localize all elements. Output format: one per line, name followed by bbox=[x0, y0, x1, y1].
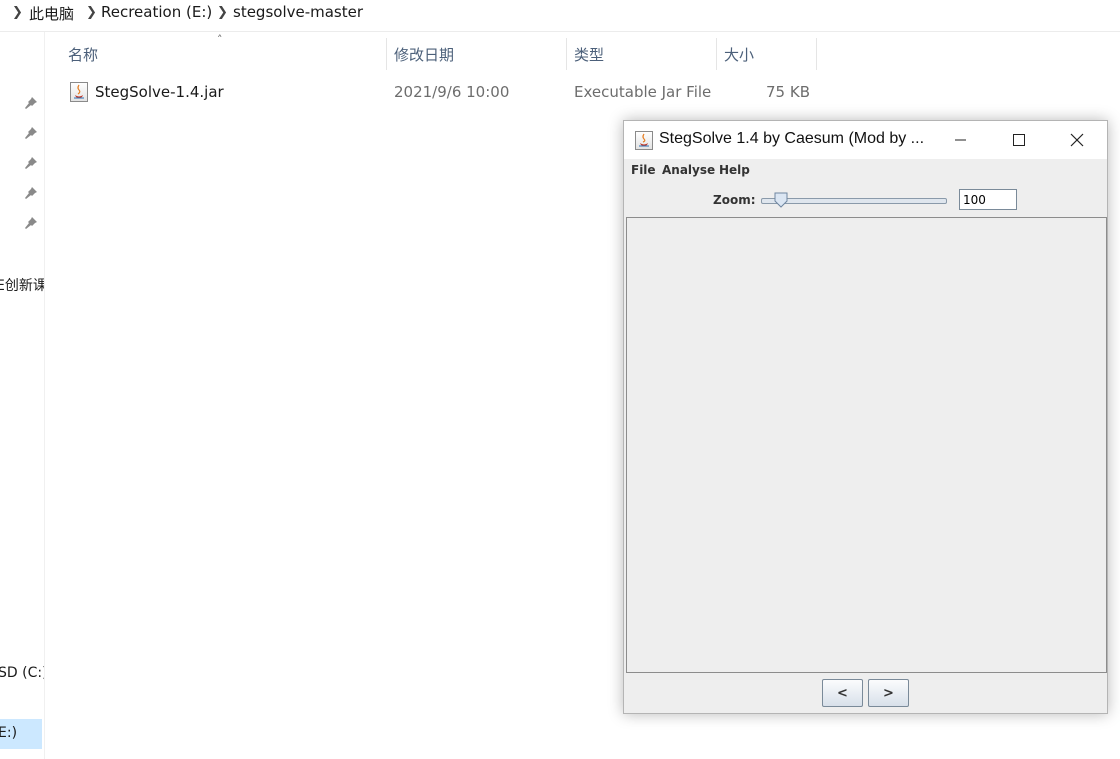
breadcrumb-folder[interactable]: stegsolve-master bbox=[233, 3, 363, 21]
nav-item-drive-e-selected[interactable]: E:) bbox=[0, 719, 42, 749]
previous-plane-button[interactable]: < bbox=[822, 679, 863, 707]
column-header-name[interactable]: 名称 bbox=[68, 44, 98, 65]
maximize-icon[interactable] bbox=[990, 121, 1048, 159]
menu-bar: File Analyse Help bbox=[624, 159, 1107, 181]
sort-ascending-icon: ˄ bbox=[217, 33, 223, 46]
file-modified: 2021/9/6 10:00 bbox=[394, 83, 510, 101]
nav-item-quick-access[interactable]: E创新课 bbox=[0, 275, 44, 295]
file-name[interactable]: StegSolve-1.4.jar bbox=[95, 83, 224, 101]
pin-icon[interactable] bbox=[24, 126, 38, 140]
window-title: StegSolve 1.4 by Caesum (Mod by ... bbox=[659, 130, 925, 147]
breadcrumb-this-pc[interactable]: 此电脑 bbox=[29, 3, 74, 24]
nav-item-drive-c[interactable]: SD (C:) bbox=[0, 665, 44, 681]
close-icon[interactable] bbox=[1048, 121, 1106, 159]
zoom-label: Zoom: bbox=[713, 193, 756, 207]
column-header-size[interactable]: 大小 bbox=[724, 44, 754, 65]
file-type: Executable Jar File bbox=[574, 83, 712, 101]
menu-analyse[interactable]: Analyse bbox=[662, 163, 715, 177]
java-jar-icon bbox=[70, 82, 88, 102]
column-header-modified[interactable]: 修改日期 bbox=[394, 44, 454, 65]
menu-help[interactable]: Help bbox=[719, 163, 750, 177]
pin-icon[interactable] bbox=[24, 96, 38, 110]
column-divider[interactable] bbox=[816, 38, 817, 70]
chevron-right-icon[interactable]: ❯ bbox=[12, 5, 23, 20]
address-bar: ❯ 此电脑 ❯ Recreation (E:) ❯ stegsolve-mast… bbox=[0, 0, 1120, 32]
column-header-type[interactable]: 类型 bbox=[574, 44, 604, 65]
chevron-right-icon[interactable]: ❯ bbox=[86, 5, 97, 20]
pin-icon[interactable] bbox=[24, 186, 38, 200]
column-divider[interactable] bbox=[566, 38, 567, 70]
nav-item-quick-access[interactable]: E bbox=[0, 305, 1, 321]
title-bar[interactable]: StegSolve 1.4 by Caesum (Mod by ... bbox=[624, 121, 1107, 159]
minimize-icon[interactable] bbox=[931, 121, 989, 159]
zoom-slider-track[interactable] bbox=[761, 198, 947, 204]
chevron-right-icon[interactable]: ❯ bbox=[217, 5, 228, 20]
zoom-slider-thumb[interactable] bbox=[774, 192, 788, 208]
zoom-value-input[interactable] bbox=[959, 189, 1017, 210]
stegsolve-window: StegSolve 1.4 by Caesum (Mod by ... File… bbox=[623, 120, 1108, 714]
image-canvas[interactable] bbox=[626, 217, 1107, 673]
next-plane-button[interactable]: > bbox=[868, 679, 909, 707]
file-size: 75 KB bbox=[766, 83, 810, 101]
breadcrumb-drive[interactable]: Recreation (E:) bbox=[101, 3, 212, 21]
java-app-icon bbox=[635, 131, 653, 150]
pin-icon[interactable] bbox=[24, 156, 38, 170]
column-divider[interactable] bbox=[716, 38, 717, 70]
nav-item-drive-e[interactable]: E:) bbox=[0, 725, 17, 741]
navigation-pane: E创新课 E SD (C:) E:) bbox=[0, 32, 45, 759]
menu-file[interactable]: File bbox=[631, 163, 656, 177]
column-divider[interactable] bbox=[386, 38, 387, 70]
pin-icon[interactable] bbox=[24, 216, 38, 230]
